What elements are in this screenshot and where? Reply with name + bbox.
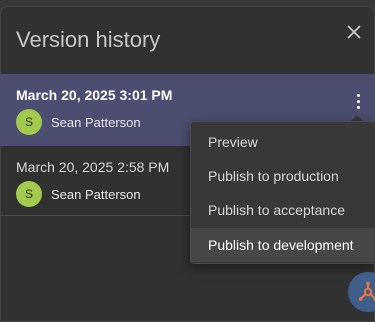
menu-item-publish-production[interactable]: Publish to production <box>191 159 375 193</box>
avatar: S <box>16 109 42 135</box>
close-icon <box>347 25 361 39</box>
version-date: March 20, 2025 2:58 PM <box>16 159 170 175</box>
hubspot-sprocket-icon <box>358 281 375 301</box>
version-context-menu: Preview Publish to production Publish to… <box>190 121 375 264</box>
more-options-button[interactable] <box>348 90 368 112</box>
avatar: S <box>16 181 42 207</box>
version-author: Sean Patterson <box>51 115 141 130</box>
kebab-dot-icon <box>356 105 360 109</box>
version-date: March 20, 2025 3:01 PM <box>16 87 173 103</box>
panel-title: Version history <box>16 27 161 52</box>
menu-item-publish-development[interactable]: Publish to development <box>191 228 375 262</box>
close-button[interactable] <box>340 18 368 46</box>
kebab-dot-icon <box>356 93 360 97</box>
version-author: Sean Patterson <box>51 187 141 202</box>
menu-item-publish-acceptance[interactable]: Publish to acceptance <box>191 193 375 227</box>
menu-item-preview[interactable]: Preview <box>191 125 375 159</box>
kebab-dot-icon <box>356 99 360 103</box>
